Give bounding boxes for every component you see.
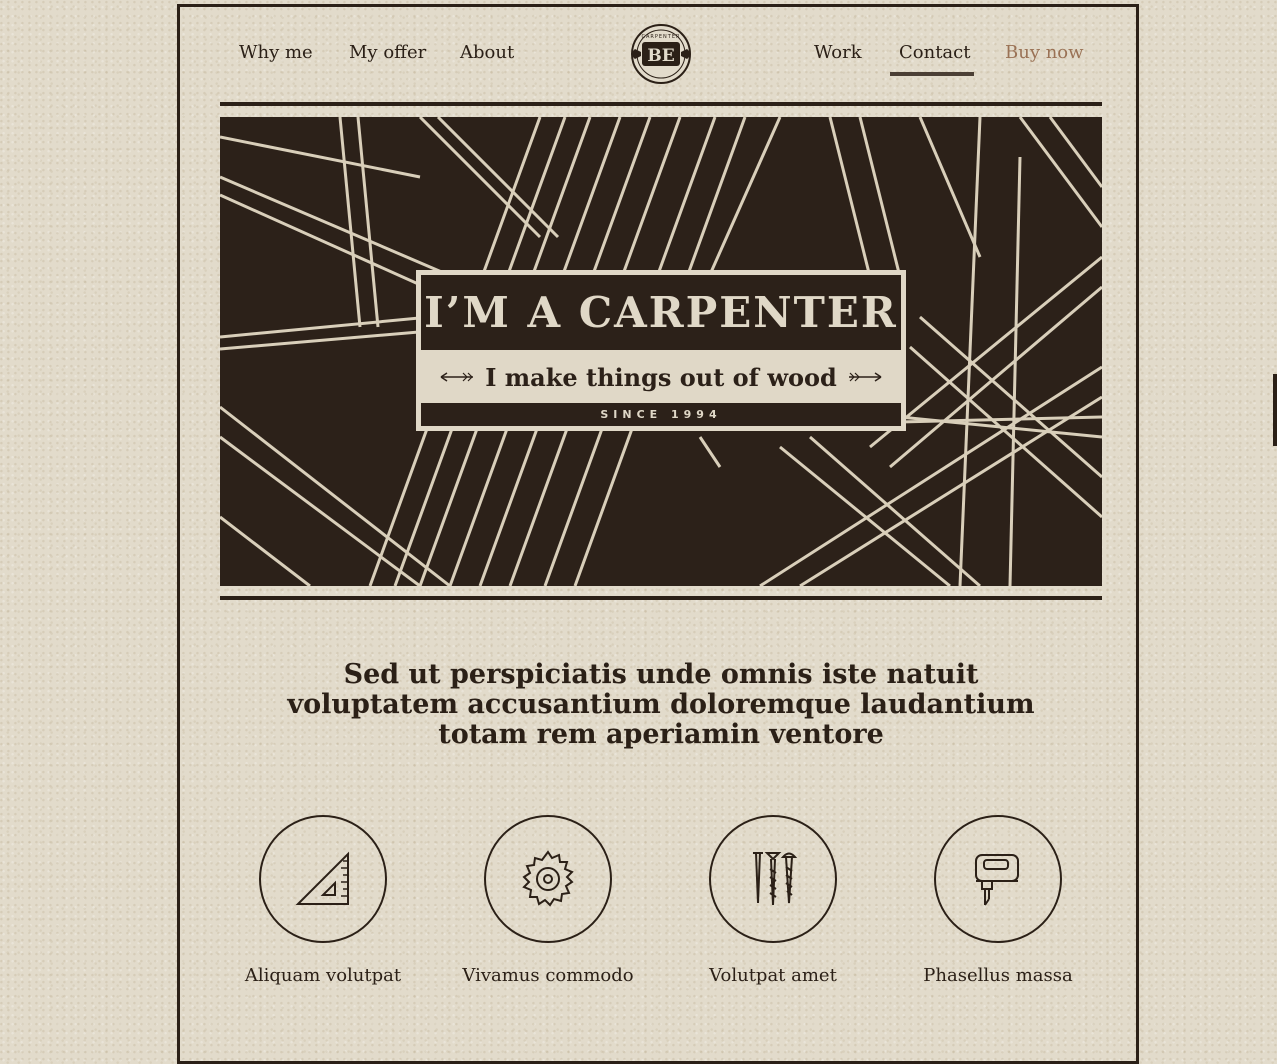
nails-screws-icon <box>753 852 798 906</box>
nav-about[interactable]: About <box>460 42 514 63</box>
top-divider <box>220 102 1102 106</box>
feature-icon-button-1[interactable] <box>259 815 387 943</box>
headline-line-2: voluptatem accusantium doloremque laudan… <box>287 689 1035 720</box>
feature-label-3: Volutpat amet <box>709 965 837 986</box>
headline-line-3: totam rem aperiamin ventore <box>438 719 884 750</box>
nav-my-offer[interactable]: My offer <box>349 42 426 63</box>
feature-item-4: Phasellus massa <box>898 815 1098 986</box>
arrow-right-icon <box>848 372 882 382</box>
jigsaw-icon <box>975 854 1019 906</box>
intro-headline: Sed ut perspiciatis unde omnis iste natu… <box>260 660 1062 750</box>
set-square-ruler-icon <box>295 851 349 905</box>
feature-icon-button-4[interactable] <box>934 815 1062 943</box>
logo-initials: BE <box>647 46 674 66</box>
feature-item-1: Aliquam volutpat <box>223 815 423 986</box>
nav-contact[interactable]: Contact <box>899 42 970 63</box>
logo-ring-text: CARPENTER <box>642 34 681 40</box>
hero-badge: I’M A CARPENTER I make things out of woo… <box>416 270 906 431</box>
nav-active-indicator <box>890 72 974 76</box>
hero-title: I’M A CARPENTER <box>424 288 898 337</box>
feature-label-4: Phasellus massa <box>923 965 1073 986</box>
hero-banner: I’M A CARPENTER I make things out of woo… <box>220 117 1102 586</box>
scrollbar-thumb[interactable] <box>1273 374 1277 446</box>
carpenter-logo-icon[interactable]: BE CARPENTER <box>627 23 695 85</box>
nav-buy-now[interactable]: Buy now <box>1005 42 1084 63</box>
headline-line-1: Sed ut perspiciatis unde omnis iste natu… <box>343 659 979 690</box>
feature-label-2: Vivamus commodo <box>462 965 634 986</box>
hero-subtitle: I make things out of wood <box>485 362 837 392</box>
feature-item-2: Vivamus commodo <box>448 815 648 986</box>
saw-blade-icon <box>522 850 574 907</box>
hero-since: SINCE 1994 <box>600 408 722 421</box>
feature-icon-button-3[interactable] <box>709 815 837 943</box>
feature-label-1: Aliquam volutpat <box>244 965 402 986</box>
nav-work[interactable]: Work <box>814 42 862 63</box>
bottom-divider <box>220 596 1102 600</box>
feature-item-3: Volutpat amet <box>673 815 873 986</box>
feature-icon-button-2[interactable] <box>484 815 612 943</box>
arrow-left-icon <box>440 372 474 382</box>
nav-why-me[interactable]: Why me <box>239 42 313 63</box>
